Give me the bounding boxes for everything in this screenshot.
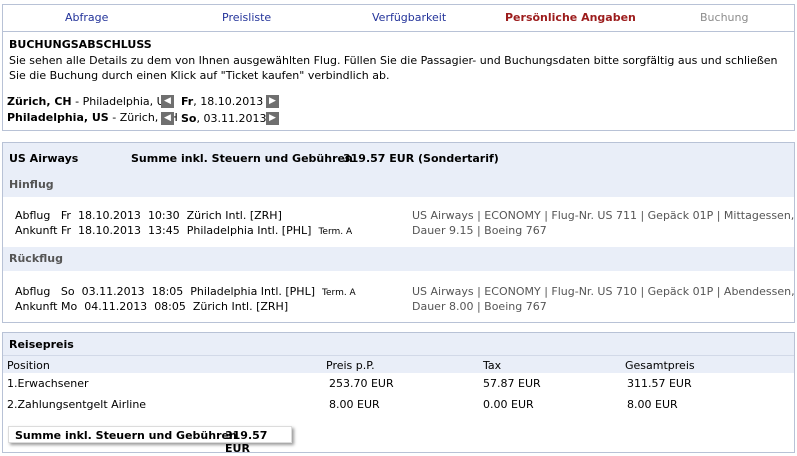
next-date-icon[interactable]: ▶ <box>266 95 279 108</box>
outbound-details-line2: Dauer 9.15 | Boeing 767 <box>412 224 547 237</box>
sum-value: 319.57 EUR (Sondertarif) <box>343 152 499 165</box>
outbound-details-line1: US Airways | ECONOMY | Flug-Nr. US 711 |… <box>412 209 797 222</box>
tab-persoenliche-angaben: Persönliche Angaben <box>505 11 636 24</box>
route-from: Zürich, CH <box>7 95 72 108</box>
flight-details-box: US Airways Summe inkl. Steuern und Gebüh… <box>2 142 797 323</box>
outbound-arrival-row: Ankunft Fr 18.10.2013 13:45 Philadelphia… <box>15 224 353 237</box>
price-title: Reisepreis <box>3 333 794 355</box>
outbound-title: Hinflug <box>3 173 794 197</box>
column-header: Preis p.P. <box>326 359 375 372</box>
prev-date-icon[interactable]: ◀ <box>161 95 174 108</box>
total-sum-box: Summe inkl. Steuern und Gebühren 319.57 … <box>8 426 292 455</box>
total-label: Summe inkl. Steuern und Gebühren <box>15 429 237 442</box>
flight-header: US Airways Summe inkl. Steuern und Gebüh… <box>3 143 794 173</box>
outbound-departure-row: Abflug Fr 18.10.2013 10:30 Zürich Intl. … <box>15 209 282 222</box>
return-date: So, 03.11.2013 <box>181 112 267 125</box>
column-header: Position <box>7 359 50 372</box>
column-header: Gesamtpreis <box>625 359 695 372</box>
route-to: Philadelphia, US <box>82 95 172 108</box>
tab-verfuegbarkeit[interactable]: Verfügbarkeit <box>372 11 446 24</box>
page-title: BUCHUNGSABSCHLUSS <box>9 38 152 51</box>
return-details-line1: US Airways | ECONOMY | Flug-Nr. US 710 |… <box>412 285 797 298</box>
airline-name: US Airways <box>9 152 79 165</box>
tab-preisliste[interactable]: Preisliste <box>222 11 271 24</box>
route-from: Philadelphia, US <box>7 111 109 124</box>
tab-buchung: Buchung <box>700 11 749 24</box>
sum-label: Summe inkl. Steuern und Gebühren <box>131 152 353 165</box>
intro-text: Sie sehen alle Details zu dem von Ihnen … <box>9 54 778 82</box>
return-title: Rückflug <box>3 247 794 271</box>
route-outbound: Zürich, CH - Philadelphia, US <box>7 95 172 108</box>
booking-steps-nav: Abfrage Preisliste Verfügbarkeit Persönl… <box>2 4 795 32</box>
outbound-date: Fr, 18.10.2013 <box>181 95 264 108</box>
tab-abfrage[interactable]: Abfrage <box>65 11 108 24</box>
column-header: Tax <box>483 359 502 372</box>
total-value: 319.57 EUR <box>225 429 268 455</box>
booking-summary-intro: BUCHUNGSABSCHLUSS Sie sehen alle Details… <box>2 32 795 131</box>
prev-date-icon[interactable]: ◀ <box>161 112 174 125</box>
return-departure-row: Abflug So 03.11.2013 18:05 Philadelphia … <box>15 285 356 298</box>
route-return: Philadelphia, US - Zürich, CH <box>7 111 178 124</box>
return-details-line2: Dauer 8.00 | Boeing 767 <box>412 300 547 313</box>
return-arrival-row: Ankunft Mo 04.11.2013 08:05 Zürich Intl.… <box>15 300 289 313</box>
price-table-header: Position Preis p.P. Tax Gesamtpreis <box>3 355 794 373</box>
next-date-icon[interactable]: ▶ <box>266 112 279 125</box>
